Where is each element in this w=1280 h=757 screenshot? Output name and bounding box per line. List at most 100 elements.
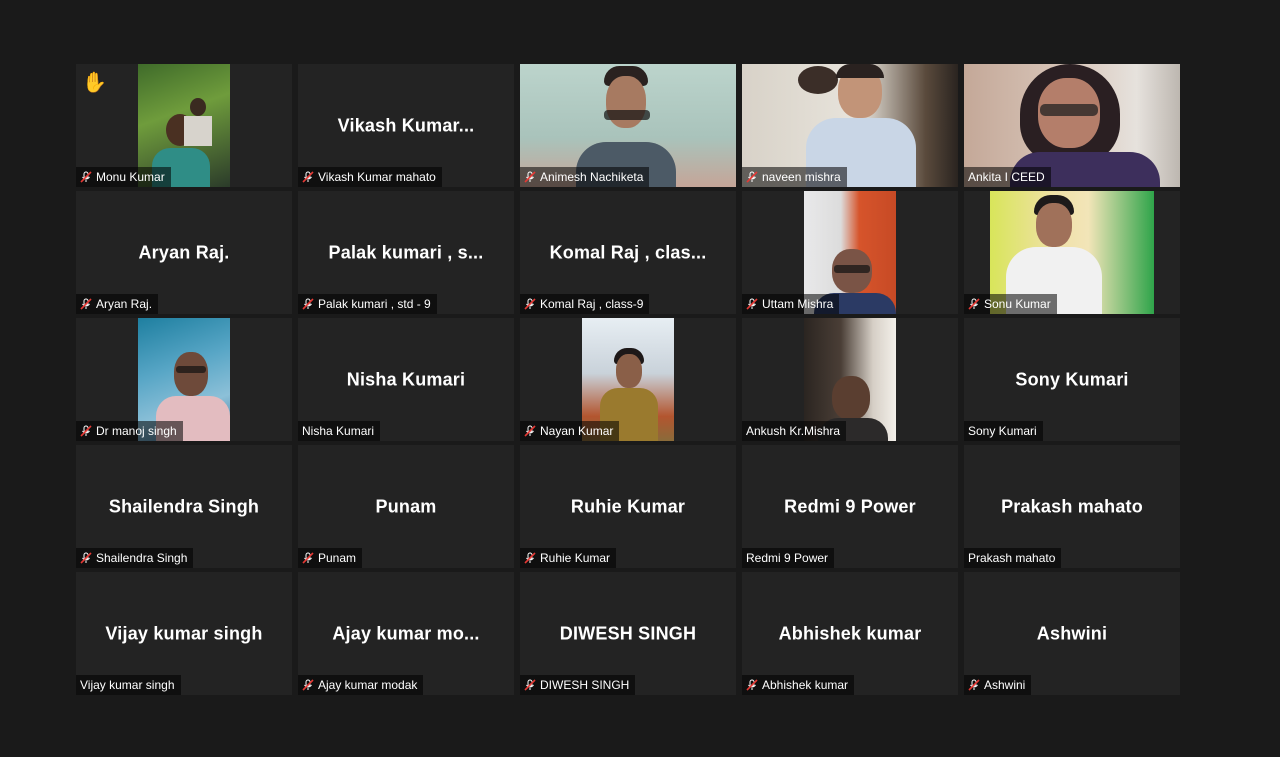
participant-display-name: Aryan Raj. bbox=[138, 242, 230, 262]
participant-label: Komal Raj , class-9 bbox=[520, 294, 650, 314]
participant-tile[interactable]: ✋ Monu Kumar bbox=[76, 64, 292, 187]
mic-muted-icon bbox=[302, 679, 314, 691]
participant-tile[interactable]: Ashwini Ashwini bbox=[964, 572, 1180, 695]
participant-tile-active-speaker[interactable]: Ankita I CEED bbox=[964, 64, 1180, 187]
participant-name: Aryan Raj. bbox=[96, 297, 153, 311]
mic-muted-icon bbox=[80, 298, 92, 310]
participant-display-name: Prakash mahato bbox=[1001, 496, 1143, 516]
participant-label: Ankush Kr.Mishra bbox=[742, 421, 847, 441]
participant-label: Prakash mahato bbox=[964, 548, 1062, 568]
participant-display-name: Ajay kumar mo... bbox=[332, 623, 480, 643]
participant-label: Ajay kumar modak bbox=[298, 675, 424, 695]
mic-muted-icon bbox=[302, 298, 314, 310]
participant-label: Ankita I CEED bbox=[964, 167, 1051, 187]
participant-name: Punam bbox=[318, 551, 357, 565]
participant-label: Nisha Kumari bbox=[298, 421, 381, 441]
participant-label: Uttam Mishra bbox=[742, 294, 840, 314]
participant-name: Ankita I CEED bbox=[968, 170, 1045, 184]
participant-tile[interactable]: Ajay kumar mo... Ajay kumar modak bbox=[298, 572, 514, 695]
participant-label: naveen mishra bbox=[742, 167, 847, 187]
participant-tile[interactable]: Ruhie Kumar Ruhie Kumar bbox=[520, 445, 736, 568]
mic-muted-icon bbox=[302, 552, 314, 564]
participant-tile[interactable]: Sonu Kumar bbox=[964, 191, 1180, 314]
participant-tile[interactable]: Komal Raj , clas... Komal Raj , class-9 bbox=[520, 191, 736, 314]
participant-name: Sony Kumari bbox=[968, 424, 1037, 438]
mic-muted-icon bbox=[746, 679, 758, 691]
participant-label: Vikash Kumar mahato bbox=[298, 167, 442, 187]
participant-tile[interactable]: Palak kumari , s... Palak kumari , std -… bbox=[298, 191, 514, 314]
participant-name: Komal Raj , class-9 bbox=[540, 297, 644, 311]
participant-tile[interactable]: Redmi 9 Power Redmi 9 Power bbox=[742, 445, 958, 568]
mic-muted-icon bbox=[524, 552, 536, 564]
participant-label: DIWESH SINGH bbox=[520, 675, 636, 695]
participant-tile[interactable]: Dr manoj singh bbox=[76, 318, 292, 441]
participant-label: Vijay kumar singh bbox=[76, 675, 181, 695]
mic-muted-icon bbox=[524, 679, 536, 691]
participant-name: Nisha Kumari bbox=[302, 424, 375, 438]
participant-label: Redmi 9 Power bbox=[742, 548, 835, 568]
participant-display-name: Ashwini bbox=[1036, 623, 1108, 643]
participant-tile[interactable]: Nisha Kumari Nisha Kumari bbox=[298, 318, 514, 441]
participant-name: Abhishek kumar bbox=[762, 678, 849, 692]
participant-tile[interactable]: DIWESH SINGH DIWESH SINGH bbox=[520, 572, 736, 695]
participant-tile[interactable]: Abhishek kumar Abhishek kumar bbox=[742, 572, 958, 695]
participant-tile[interactable]: Shailendra Singh Shailendra Singh bbox=[76, 445, 292, 568]
participant-display-name: Punam bbox=[375, 496, 437, 516]
mic-muted-icon bbox=[968, 679, 980, 691]
participant-name: Ankush Kr.Mishra bbox=[746, 424, 841, 438]
participant-name: naveen mishra bbox=[762, 170, 841, 184]
participant-display-name: Nisha Kumari bbox=[346, 369, 466, 389]
mic-muted-icon bbox=[746, 298, 758, 310]
participant-label: Punam bbox=[298, 548, 363, 568]
participant-name: Animesh Nachiketa bbox=[540, 170, 644, 184]
participant-label: Aryan Raj. bbox=[76, 294, 159, 314]
participant-tile[interactable]: Punam Punam bbox=[298, 445, 514, 568]
participant-tile[interactable]: Uttam Mishra bbox=[742, 191, 958, 314]
participant-name: Nayan Kumar bbox=[540, 424, 614, 438]
participant-name: Vijay kumar singh bbox=[80, 678, 175, 692]
participant-label: Dr manoj singh bbox=[76, 421, 183, 441]
participant-tile[interactable]: Ankush Kr.Mishra bbox=[742, 318, 958, 441]
mic-muted-icon bbox=[302, 171, 314, 183]
participant-label: Animesh Nachiketa bbox=[520, 167, 650, 187]
mic-muted-icon bbox=[80, 171, 92, 183]
participant-label: Sony Kumari bbox=[964, 421, 1043, 441]
participant-display-name: Abhishek kumar bbox=[778, 623, 922, 643]
participant-tile[interactable]: Animesh Nachiketa bbox=[520, 64, 736, 187]
participant-label: Ruhie Kumar bbox=[520, 548, 617, 568]
participant-display-name: Sony Kumari bbox=[1015, 369, 1129, 389]
participant-label: Monu Kumar bbox=[76, 167, 171, 187]
participant-display-name: Shailendra Singh bbox=[108, 496, 260, 516]
participant-display-name: Redmi 9 Power bbox=[784, 496, 916, 516]
participant-display-name: Vikash Kumar... bbox=[337, 115, 475, 135]
participant-name: Palak kumari , std - 9 bbox=[318, 297, 431, 311]
participant-tile[interactable]: Sony Kumari Sony Kumari bbox=[964, 318, 1180, 441]
participant-label: Abhishek kumar bbox=[742, 675, 855, 695]
mic-muted-icon bbox=[80, 425, 92, 437]
participant-display-name: Palak kumari , s... bbox=[328, 242, 484, 262]
participant-name: Dr manoj singh bbox=[96, 424, 177, 438]
participant-label: Ashwini bbox=[964, 675, 1032, 695]
participant-tile[interactable]: Nayan Kumar bbox=[520, 318, 736, 441]
participant-tile[interactable]: Prakash mahato Prakash mahato bbox=[964, 445, 1180, 568]
participant-name: Monu Kumar bbox=[96, 170, 165, 184]
raised-hand-icon: ✋ bbox=[82, 72, 107, 94]
participant-name: Ashwini bbox=[984, 678, 1026, 692]
participant-name: Ajay kumar modak bbox=[318, 678, 418, 692]
mic-muted-icon bbox=[524, 298, 536, 310]
participant-name: Uttam Mishra bbox=[762, 297, 834, 311]
participant-tile[interactable]: naveen mishra bbox=[742, 64, 958, 187]
mic-muted-icon bbox=[746, 171, 758, 183]
mic-muted-icon bbox=[524, 171, 536, 183]
participant-name: Sonu Kumar bbox=[984, 297, 1051, 311]
participant-tile[interactable]: Aryan Raj. Aryan Raj. bbox=[76, 191, 292, 314]
participant-display-name: Ruhie Kumar bbox=[570, 496, 686, 516]
mic-muted-icon bbox=[968, 298, 980, 310]
participant-tile[interactable]: Vikash Kumar... Vikash Kumar mahato bbox=[298, 64, 514, 187]
participant-label: Sonu Kumar bbox=[964, 294, 1057, 314]
participant-tile[interactable]: Vijay kumar singh Vijay kumar singh bbox=[76, 572, 292, 695]
participant-label: Shailendra Singh bbox=[76, 548, 194, 568]
participant-name: Prakash mahato bbox=[968, 551, 1056, 565]
participant-label: Nayan Kumar bbox=[520, 421, 620, 441]
participant-name: Shailendra Singh bbox=[96, 551, 188, 565]
